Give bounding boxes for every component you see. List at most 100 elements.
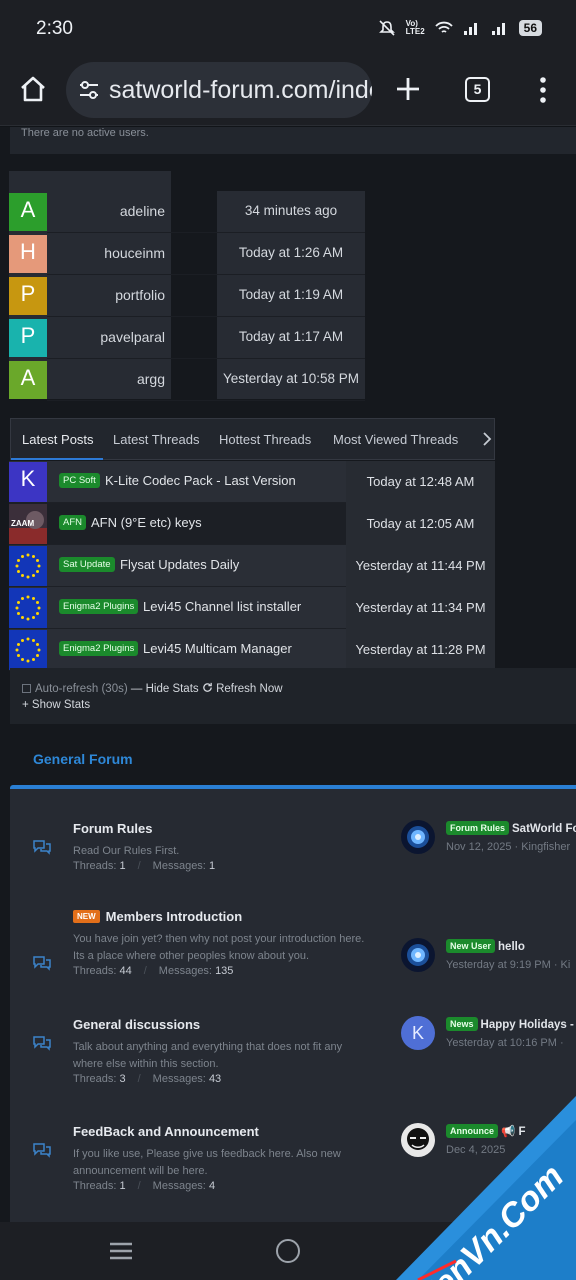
- latest-poster-avatar[interactable]: [401, 820, 435, 854]
- post-row[interactable]: Enigma2 Plugins Levi45 Multicam Manager Ye…: [9, 629, 495, 671]
- forum-title[interactable]: Forum Rules: [73, 821, 152, 836]
- username[interactable]: portfolio: [55, 287, 165, 303]
- prefix-label[interactable]: AFN: [59, 515, 86, 530]
- avatar[interactable]: A: [9, 193, 47, 231]
- post-time: Yesterday at 11:28 PM: [346, 629, 495, 671]
- site-settings-icon[interactable]: [78, 80, 100, 100]
- tab-latest-threads[interactable]: Latest Threads: [113, 432, 199, 447]
- signal-icon-2: [491, 23, 505, 35]
- avatar[interactable]: H: [9, 235, 47, 273]
- post-row[interactable]: Sat Update Flysat Updates Daily Yesterday …: [9, 545, 495, 587]
- nav-home-icon[interactable]: [276, 1239, 300, 1263]
- eu-flag-icon[interactable]: [9, 630, 47, 670]
- status-bar: 2:30 Vo) LTE2 56: [0, 0, 576, 58]
- prefix-label[interactable]: Enigma2 Plugins: [59, 641, 139, 656]
- show-stats-link[interactable]: + Show Stats: [22, 699, 90, 711]
- forum-title[interactable]: FeedBack and Announcement: [73, 1124, 259, 1139]
- forum-stats: Threads: 3/Messages: 43: [73, 1073, 222, 1085]
- forum-title-text[interactable]: Members Introduction: [106, 909, 243, 924]
- thread-title[interactable]: K-Lite Codec Pack - Last Version: [105, 473, 296, 488]
- latest-thread[interactable]: New User hello: [446, 939, 525, 953]
- section-title[interactable]: General Forum: [33, 751, 133, 767]
- forum-description: You have join yet? then why not post you…: [73, 933, 365, 962]
- chevron-right-icon[interactable]: [481, 431, 493, 447]
- auto-refresh-checkbox[interactable]: [22, 684, 31, 693]
- status-icons: Vo) LTE2 56: [378, 20, 542, 36]
- user-row[interactable]: Aadeline 34 minutes ago: [9, 191, 365, 233]
- refresh-now-link[interactable]: Refresh Now: [202, 682, 283, 695]
- post-time: Yesterday at 11:44 PM: [346, 545, 495, 587]
- last-seen-time: Today at 1:19 AM: [238, 287, 344, 302]
- forum-title-text[interactable]: General discussions: [73, 1017, 200, 1032]
- prefix-label[interactable]: Sat Update: [59, 557, 115, 572]
- latest-thread-title[interactable]: SatWorld Fo: [512, 823, 576, 835]
- user-row[interactable]: Pportfolio Today at 1:19 AM: [9, 275, 365, 317]
- forum-title[interactable]: NEW Members Introduction: [73, 909, 242, 924]
- url-text[interactable]: satworld-forum.com/index.php: [109, 76, 372, 105]
- user-row[interactable]: Hhouceinm Today at 1:26 AM: [9, 233, 365, 275]
- username[interactable]: pavelparal: [55, 329, 165, 345]
- forum-description: Talk about anything and everything that …: [73, 1041, 343, 1070]
- last-seen-time: Today at 1:26 AM: [238, 245, 344, 260]
- battery-icon: 56: [518, 20, 542, 36]
- forum-stats: Threads: 1/Messages: 1: [73, 860, 216, 872]
- clock: 2:30: [36, 18, 73, 39]
- forum-title-text[interactable]: Forum Rules: [73, 821, 152, 836]
- user-row[interactable]: Aargg Yesterday at 10:58 PM: [9, 359, 365, 401]
- latest-thread[interactable]: Forum Rules SatWorld Fo: [446, 821, 576, 835]
- prefix-label[interactable]: PC Soft: [59, 473, 100, 488]
- more-menu-icon[interactable]: [538, 76, 548, 104]
- address-bar[interactable]: satworld-forum.com/index.php: [66, 62, 372, 118]
- eu-flag-icon[interactable]: [9, 588, 47, 628]
- post-avatar[interactable]: K: [9, 462, 47, 502]
- avatar[interactable]: A: [9, 361, 47, 399]
- eu-flag-icon[interactable]: [9, 546, 47, 586]
- auto-refresh-row: Auto-refresh (30s) — Hide Stats Refresh …: [22, 682, 283, 695]
- latest-thread[interactable]: News Happy Holidays -: [446, 1017, 574, 1031]
- auto-refresh-label[interactable]: Auto-refresh (30s): [35, 683, 128, 695]
- latest-prefix-label[interactable]: News: [446, 1017, 478, 1031]
- latest-poster-avatar[interactable]: [401, 938, 435, 972]
- forum-chat-icon: [32, 1142, 52, 1158]
- mute-icon: [378, 20, 395, 36]
- username[interactable]: adeline: [55, 203, 165, 219]
- post-row[interactable]: K PC Soft K-Lite Codec Pack - Last Version…: [9, 461, 495, 503]
- thread-title[interactable]: AFN (9°E etc) keys: [91, 515, 202, 530]
- forum-title[interactable]: General discussions: [73, 1017, 200, 1032]
- divider: [47, 400, 365, 401]
- online-users-panel: There are no active users.: [10, 127, 576, 154]
- forum-title-text[interactable]: FeedBack and Announcement: [73, 1124, 259, 1139]
- avatar[interactable]: P: [9, 277, 47, 315]
- hide-stats-link[interactable]: — Hide Stats: [131, 683, 199, 695]
- recent-apps-icon[interactable]: [109, 1242, 133, 1260]
- latest-thread-title[interactable]: Happy Holidays -: [481, 1019, 574, 1031]
- post-row[interactable]: Enigma2 Plugins Levi45 Channel list insta…: [9, 587, 495, 629]
- thread-image-icon[interactable]: ZAAM: [9, 504, 47, 544]
- latest-meta: Yesterday at 9:19 PM · Ki: [446, 959, 571, 971]
- last-seen-time: Today at 1:17 AM: [238, 329, 344, 344]
- forum-node: NEW Members Introduction You have join yet…: [0, 905, 576, 1005]
- avatar[interactable]: P: [9, 319, 47, 357]
- thread-title[interactable]: Levi45 Multicam Manager: [143, 641, 292, 656]
- forum-description: If you like use, Please give us feedback…: [73, 1148, 341, 1177]
- user-row[interactable]: Ppavelparal Today at 1:17 AM: [9, 317, 365, 359]
- stats-controls: Auto-refresh (30s) — Hide Stats Refresh …: [10, 668, 576, 724]
- home-icon[interactable]: [18, 74, 48, 104]
- latest-prefix-label[interactable]: Forum Rules: [446, 821, 510, 835]
- tab-most-viewed-threads[interactable]: Most Viewed Threads: [333, 432, 458, 447]
- thread-title[interactable]: Levi45 Channel list installer: [143, 599, 301, 614]
- tab-switcher-button[interactable]: 5: [465, 77, 490, 102]
- thread-title[interactable]: Flysat Updates Daily: [120, 557, 239, 572]
- new-badge: NEW: [73, 910, 100, 923]
- latest-thread-title[interactable]: hello: [498, 941, 525, 953]
- prefix-label[interactable]: Enigma2 Plugins: [59, 599, 139, 614]
- tab-latest-posts[interactable]: Latest Posts: [22, 432, 94, 447]
- new-tab-icon[interactable]: [392, 73, 424, 105]
- latest-prefix-label[interactable]: New User: [446, 939, 496, 953]
- username[interactable]: argg: [55, 371, 165, 387]
- username[interactable]: houceinm: [55, 245, 165, 261]
- latest-poster-avatar[interactable]: K: [401, 1016, 435, 1050]
- post-row[interactable]: ZAAM AFN AFN (9°E etc) keys Today at 12:05 …: [9, 503, 495, 545]
- forum-stats: Threads: 44/Messages: 135: [73, 965, 234, 977]
- tab-hottest-threads[interactable]: Hottest Threads: [219, 432, 311, 447]
